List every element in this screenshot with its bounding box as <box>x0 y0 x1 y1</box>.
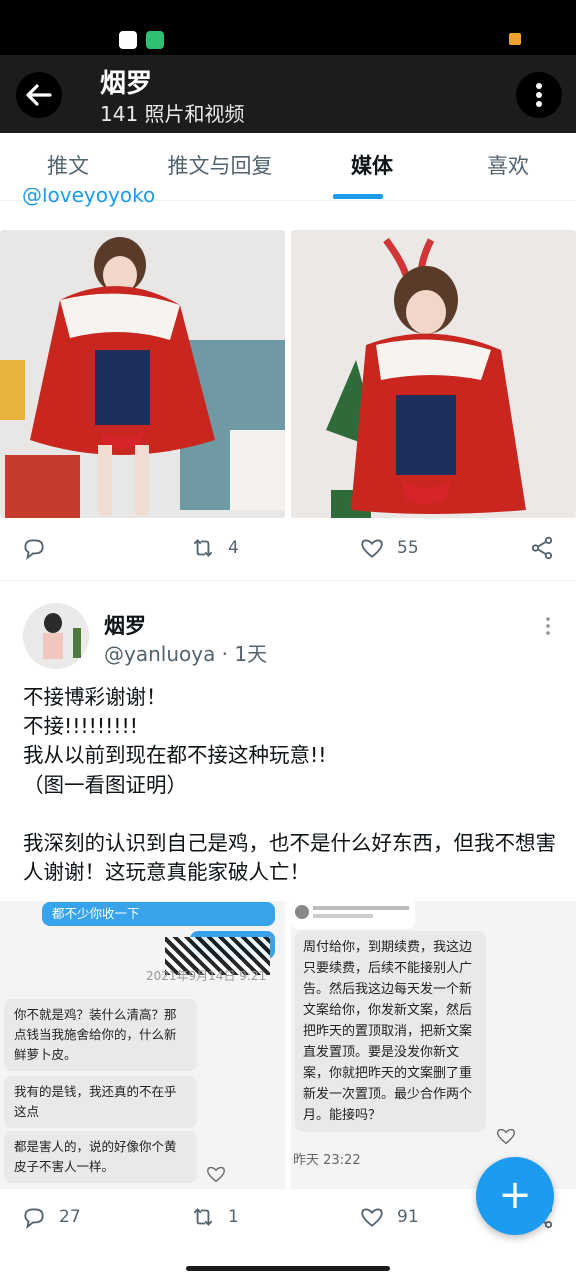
post-photo-2[interactable] <box>291 230 576 518</box>
chat-timestamp: 昨天 23:22 <box>293 1153 361 1168</box>
reply-button[interactable]: 27 <box>21 1202 81 1232</box>
heart-icon <box>361 539 383 558</box>
status-bar <box>0 0 576 55</box>
arrow-left-icon <box>26 84 52 106</box>
first-post-actions: 4 55 <box>0 529 576 569</box>
reply-button[interactable] <box>21 533 47 563</box>
retweet-icon <box>193 1208 213 1226</box>
shield-icon <box>146 31 164 49</box>
more-vertical-icon <box>536 83 542 107</box>
tweet-author-name[interactable]: 烟罗 <box>104 610 146 640</box>
reply-count: 27 <box>59 1207 81 1227</box>
chat-message: 你不就是鸡？装什么清高？那点钱当我施舍给你的，什么新鲜萝卜皮。 <box>4 999 197 1071</box>
chat-message: 我有的是钱，我还真的不在乎这点 <box>4 1076 197 1128</box>
like-count: 91 <box>397 1207 419 1227</box>
plus-icon: + <box>498 1172 532 1218</box>
retweet-icon <box>193 539 213 557</box>
profile-header: 烟罗 141 照片和视频 <box>0 55 576 133</box>
like-button[interactable]: 55 <box>359 533 419 563</box>
tab-media[interactable]: 媒体 <box>304 133 440 201</box>
tab-active-indicator <box>333 194 383 199</box>
more-vertical-icon[interactable] <box>540 616 556 636</box>
like-count: 55 <box>397 538 419 558</box>
share-button[interactable] <box>529 533 555 563</box>
more-button[interactable] <box>516 72 562 118</box>
heart-plus-icon <box>207 1166 225 1183</box>
tweet-image-chat-1[interactable]: 都不少你收一下 2021年9月14日 9:21 你不就是鸡？装什么清高？那点钱当… <box>0 901 285 1189</box>
tweet-text: 不接博彩谢谢！ 不接!!!!!!!!! 我从以前到现在都不接这种玩意!! （图一… <box>23 685 556 885</box>
media-count: 141 照片和视频 <box>100 102 245 126</box>
chat-bubble-outgoing: 都不少你收一下 <box>42 902 275 926</box>
reply-icon <box>24 539 44 561</box>
chat-message: 都是害人的，说的好像你个黄皮子不害人一样。 <box>4 1131 197 1183</box>
like-button[interactable]: 91 <box>359 1202 419 1232</box>
chat-header-card <box>291 901 415 929</box>
avatar[interactable] <box>23 603 89 669</box>
home-indicator[interactable] <box>186 1266 390 1271</box>
retweet-button[interactable]: 1 <box>190 1202 239 1232</box>
reply-icon <box>24 1208 44 1230</box>
retweet-count: 4 <box>228 538 239 558</box>
post-divider <box>0 580 576 581</box>
tweet-author-meta: @yanluoya · 1天 <box>104 642 268 666</box>
tab-likes[interactable]: 喜欢 <box>440 133 576 201</box>
profile-name: 烟罗 <box>100 69 153 99</box>
notification-icon <box>119 31 137 49</box>
chat-message: 周付给你，到期续费，我这边只要续费，后续不能接别人广告。然后我这边每天发一个新文… <box>295 931 486 1132</box>
compose-button[interactable]: + <box>476 1157 554 1235</box>
post-photo-1[interactable] <box>0 230 285 518</box>
previous-post-handle[interactable]: @loveyoyoko <box>22 188 155 210</box>
chat-timestamp: 2021年9月14日 9:21 <box>146 969 267 983</box>
retweet-button[interactable]: 4 <box>190 533 239 563</box>
tweet-image-chat-2[interactable]: 周付给你，到期续费，我这边只要续费，后续不能接别人广告。然后我这边每天发一个新文… <box>291 901 576 1189</box>
heart-plus-icon <box>497 1128 515 1145</box>
share-icon <box>531 536 553 560</box>
retweet-count: 1 <box>228 1207 239 1227</box>
tab-tweets-replies[interactable]: 推文与回复 <box>136 133 304 201</box>
heart-icon <box>361 1208 383 1227</box>
battery-icon <box>509 33 521 45</box>
back-button[interactable] <box>16 72 62 118</box>
